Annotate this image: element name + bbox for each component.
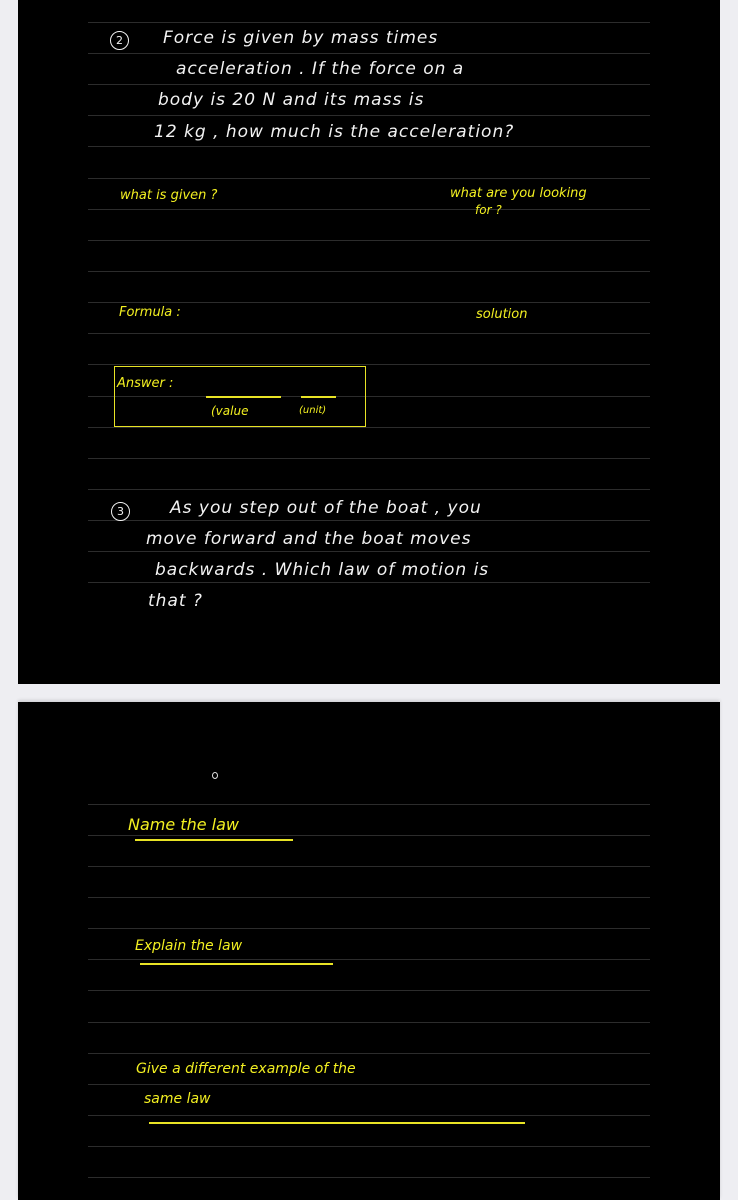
ruled-line [88, 333, 650, 334]
prompt-example-line-2: same law [144, 1091, 211, 1107]
prompt-what-is-given: what is given ? [120, 188, 218, 203]
ruled-line [88, 928, 650, 929]
question-2-line-4: 12 kg , how much is the acceleration? [154, 122, 515, 142]
prompt-name-the-law: Name the law [128, 815, 239, 834]
question-number-3: 3 [111, 502, 130, 521]
ruled-line [88, 427, 650, 428]
ruled-line [88, 520, 650, 521]
ruled-line [88, 1177, 650, 1178]
question-3-line-2: move forward and the boat moves [146, 529, 472, 549]
ruled-line [88, 209, 650, 210]
ruled-line [88, 271, 650, 272]
question-3-line-1: As you step out of the boat , you [170, 498, 482, 518]
ruled-line [88, 1115, 650, 1116]
question-number-2: 2 [110, 31, 129, 50]
stray-ink-dot [212, 772, 218, 779]
ruled-line [88, 835, 650, 836]
ruled-line [88, 240, 650, 241]
ruled-line [88, 551, 650, 552]
example-underline [149, 1122, 525, 1124]
ruled-line [88, 959, 650, 960]
ruled-line [88, 1053, 650, 1054]
ruled-line [88, 1084, 650, 1085]
question-2-line-3: body is 20 N and its mass is [158, 90, 425, 110]
ruled-line [88, 84, 650, 85]
ruled-line [88, 489, 650, 490]
answer-unit-caption: (unit) [299, 405, 327, 416]
ruled-line [88, 897, 650, 898]
ruled-line [88, 302, 650, 303]
prompt-looking-for-line-2: for ? [475, 203, 502, 217]
question-2-line-2: acceleration . If the force on a [176, 59, 465, 79]
ruled-line [88, 146, 650, 147]
answer-value-caption: (value [211, 404, 249, 418]
ruled-line [88, 1022, 650, 1023]
notebook-page-1[interactable]: 2 Force is given by mass times accelerat… [18, 0, 720, 684]
question-2-line-1: Force is given by mass times [163, 28, 439, 48]
ruled-line [88, 990, 650, 991]
ruled-line [88, 582, 650, 583]
answer-label: Answer : [117, 376, 174, 391]
ruled-line [88, 458, 650, 459]
ruled-line [88, 1146, 650, 1147]
answer-value-blank[interactable] [206, 396, 281, 398]
ruled-line [88, 115, 650, 116]
answer-box[interactable]: Answer : (value (unit) [114, 366, 366, 427]
ruled-line [88, 178, 650, 179]
prompt-looking-for-line-1: what are you looking [450, 186, 587, 201]
question-3-line-4: that ? [148, 591, 203, 611]
prompt-formula: Formula : [119, 305, 181, 320]
ruled-line [88, 364, 650, 365]
prompt-solution: solution [476, 307, 528, 322]
prompt-example-line-1: Give a different example of the [136, 1061, 356, 1077]
explain-law-underline [140, 963, 333, 965]
answer-unit-blank[interactable] [301, 396, 336, 398]
prompt-explain-the-law: Explain the law [135, 938, 243, 954]
ruled-line [88, 866, 650, 867]
notebook-page-2[interactable]: Name the law Explain the law Give a diff… [18, 702, 720, 1200]
name-law-underline [135, 839, 293, 841]
ruled-line [88, 53, 650, 54]
question-3-line-3: backwards . Which law of motion is [155, 560, 490, 580]
ruled-line [88, 804, 650, 805]
ruled-line [88, 22, 650, 23]
